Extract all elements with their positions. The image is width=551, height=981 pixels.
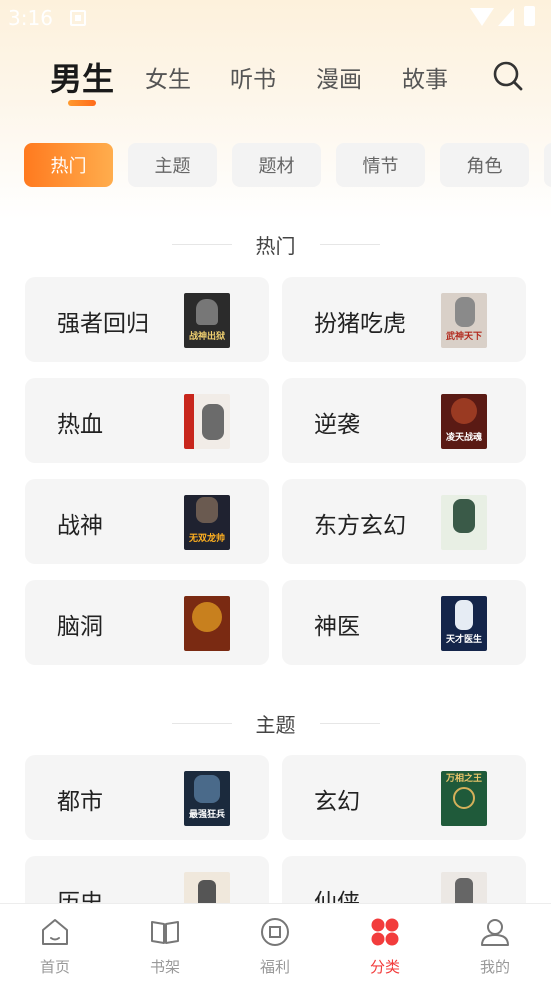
book-cover: 万相之王 xyxy=(441,771,487,826)
category-label: 扮猪吃虎 xyxy=(314,311,406,337)
category-label: 热血 xyxy=(57,412,103,438)
search-icon[interactable] xyxy=(492,60,524,92)
filter-chips: 热门 主题 题材 情节 角色 xyxy=(0,143,551,187)
category-label: 逆袭 xyxy=(314,412,360,438)
nav-label: 我的 xyxy=(479,958,510,976)
cover-title: 万相之王 xyxy=(445,774,482,784)
section-header-hot: 热门 xyxy=(0,229,551,259)
home-icon xyxy=(42,919,68,945)
nav-welfare[interactable]: 福利 xyxy=(220,904,330,981)
category-card[interactable]: 都市 最强狂兵 xyxy=(25,755,269,840)
bottom-nav: 首页 书架 福利 分类 我的 xyxy=(0,903,551,981)
section-title: 主题 xyxy=(255,712,296,737)
cover-title: 天才医生 xyxy=(445,635,482,645)
book-cover xyxy=(184,596,230,651)
section-header-theme: 主题 xyxy=(0,708,551,738)
status-time: 3:16 xyxy=(8,6,53,30)
signal-icon xyxy=(498,8,514,26)
category-card[interactable]: 热血 xyxy=(25,378,269,463)
chip-overflow[interactable] xyxy=(544,143,551,187)
tab-comic[interactable]: 漫画 xyxy=(316,60,362,94)
category-label: 神医 xyxy=(314,614,360,640)
category-card[interactable]: 神医 天才医生 xyxy=(282,580,526,665)
chip-hot[interactable]: 热门 xyxy=(24,143,113,187)
category-card[interactable]: 东方玄幻 xyxy=(282,479,526,564)
tab-story[interactable]: 故事 xyxy=(402,60,448,94)
active-tab-indicator xyxy=(68,100,96,106)
book-cover: 凌天战魂 xyxy=(441,394,487,449)
top-tabs: 男生 女生 听书 漫画 故事 xyxy=(0,50,551,110)
category-card[interactable]: 扮猪吃虎 武神天下 xyxy=(282,277,526,362)
category-icon xyxy=(371,918,399,946)
category-card[interactable]: 脑洞 xyxy=(25,580,269,665)
nav-category[interactable]: 分类 xyxy=(330,904,440,981)
tab-female[interactable]: 女生 xyxy=(145,60,191,94)
category-label: 战神 xyxy=(57,513,103,539)
cover-title: 无双龙帅 xyxy=(188,534,225,544)
profile-icon xyxy=(481,919,509,946)
gift-icon xyxy=(261,918,289,946)
book-cover: 无双龙帅 xyxy=(184,495,230,550)
status-bar: 3:16 xyxy=(0,0,551,36)
nav-label: 福利 xyxy=(259,958,290,976)
chip-plot[interactable]: 情节 xyxy=(336,143,425,187)
category-card[interactable]: 强者回归 战神出狱 xyxy=(25,277,269,362)
nav-home[interactable]: 首页 xyxy=(0,904,110,981)
divider xyxy=(171,243,232,245)
nav-bookshelf[interactable]: 书架 xyxy=(110,904,220,981)
cover-title: 凌天战魂 xyxy=(445,433,482,443)
book-cover: 天才医生 xyxy=(441,596,487,651)
tab-male[interactable]: 男生 xyxy=(50,54,114,100)
tab-audiobook[interactable]: 听书 xyxy=(230,60,276,94)
divider xyxy=(319,722,380,724)
section-title: 热门 xyxy=(255,233,296,258)
notification-icon xyxy=(70,10,86,26)
book-cover xyxy=(184,394,230,449)
category-card[interactable]: 战神 无双龙帅 xyxy=(25,479,269,564)
cover-title: 最强狂兵 xyxy=(188,810,225,820)
divider xyxy=(319,243,380,245)
nav-label: 分类 xyxy=(369,958,400,976)
cover-title: 武神天下 xyxy=(445,332,482,342)
cover-title: 战神出狱 xyxy=(188,332,225,342)
divider xyxy=(171,722,232,724)
nav-label: 首页 xyxy=(39,958,70,976)
battery-icon xyxy=(524,6,535,26)
category-label: 都市 xyxy=(57,789,103,815)
category-label: 强者回归 xyxy=(57,311,149,337)
chip-role[interactable]: 角色 xyxy=(440,143,529,187)
chip-genre[interactable]: 题材 xyxy=(232,143,321,187)
wifi-icon xyxy=(470,8,494,26)
chip-theme[interactable]: 主题 xyxy=(128,143,217,187)
book-cover: 最强狂兵 xyxy=(184,771,230,826)
nav-profile[interactable]: 我的 xyxy=(440,904,550,981)
nav-label: 书架 xyxy=(149,958,180,976)
category-label: 玄幻 xyxy=(314,789,360,815)
category-card[interactable]: 逆袭 凌天战魂 xyxy=(282,378,526,463)
category-label: 东方玄幻 xyxy=(314,513,406,539)
category-card[interactable]: 玄幻 万相之王 xyxy=(282,755,526,840)
book-cover: 武神天下 xyxy=(441,293,487,348)
category-label: 脑洞 xyxy=(57,614,103,640)
book-cover xyxy=(441,495,487,550)
book-cover: 战神出狱 xyxy=(184,293,230,348)
bookshelf-icon xyxy=(151,921,179,944)
